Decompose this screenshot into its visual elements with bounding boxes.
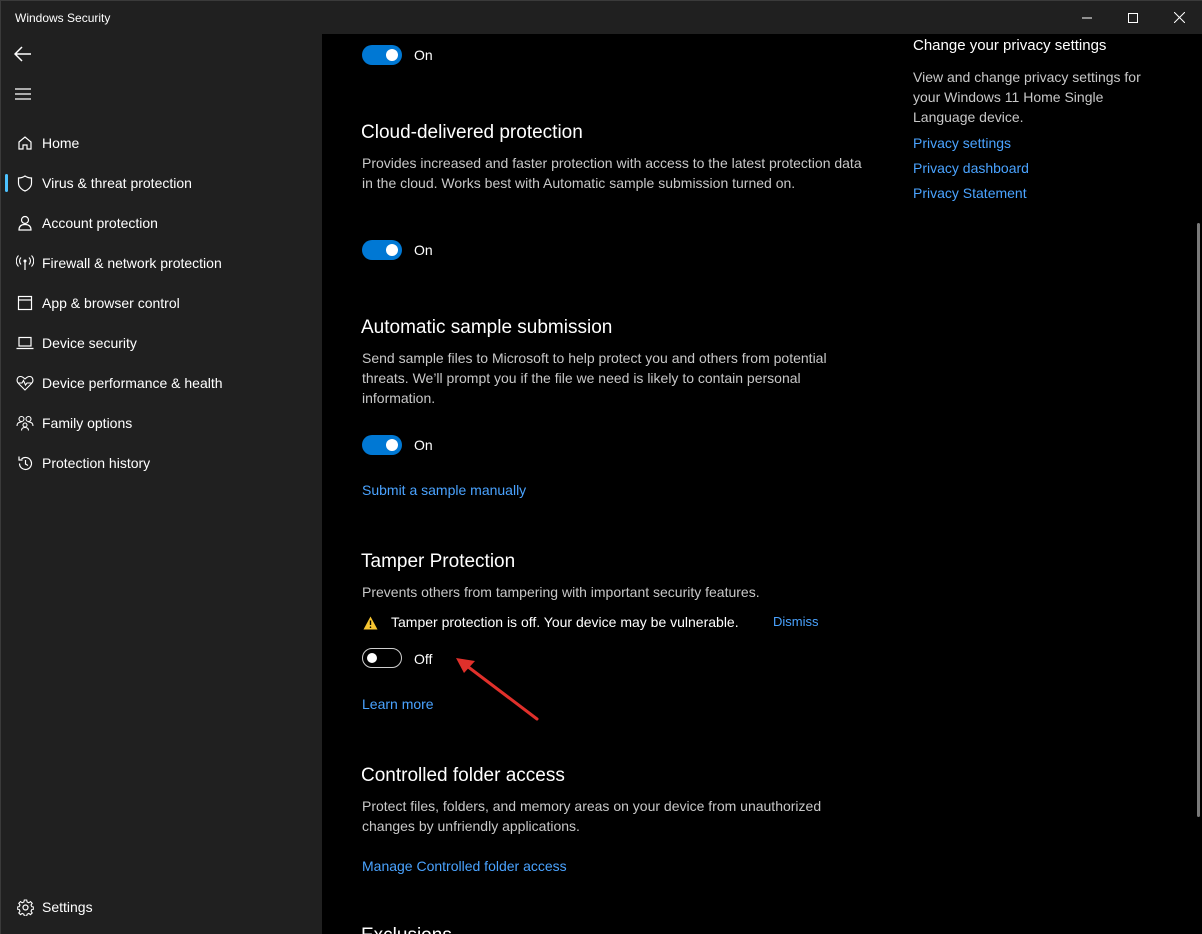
family-icon	[7, 405, 43, 441]
privacy-dashboard-link[interactable]: Privacy dashboard	[913, 160, 1173, 176]
back-button[interactable]	[7, 38, 39, 70]
close-button[interactable]	[1156, 1, 1202, 34]
sidebar-item-family-options[interactable]: Family options	[5, 405, 317, 441]
sidebar-item-label: Account protection	[42, 215, 158, 231]
sidebar-item-label: Device security	[42, 335, 137, 351]
sidebar-item-home[interactable]: Home	[5, 125, 317, 161]
sidebar-item-device-performance-health[interactable]: Device performance & health	[5, 365, 317, 401]
maximize-icon	[1128, 12, 1138, 23]
title-bar: Windows Security	[1, 1, 1202, 34]
sidebar-item-protection-history[interactable]: Protection history	[5, 445, 317, 481]
cloud-protection-description: Provides increased and faster protection…	[362, 155, 862, 191]
minimize-button[interactable]	[1064, 1, 1110, 34]
controlled-folder-access-description: Protect files, folders, and memory areas…	[362, 798, 822, 834]
sidebar-item-label: App & browser control	[42, 295, 180, 311]
menu-button[interactable]	[7, 78, 39, 110]
hamburger-icon	[15, 88, 31, 100]
annotation-arrow-icon	[456, 658, 539, 721]
privacy-title: Change your privacy settings	[913, 37, 1107, 54]
sidebar-item-firewall-network-protection[interactable]: Firewall & network protection	[5, 245, 317, 281]
cloud-protection-title: Cloud-delivered protection	[361, 122, 583, 143]
maximize-button[interactable]	[1110, 1, 1156, 34]
toggle-state-label: On	[414, 47, 433, 63]
sidebar-item-app-browser-control[interactable]: App & browser control	[5, 285, 317, 321]
sidebar-item-account-protection[interactable]: Account protection	[5, 205, 317, 241]
sidebar-item-virus-threat-protection[interactable]: Virus & threat protection	[5, 165, 317, 201]
shield-icon	[7, 165, 43, 201]
wifi-antenna-icon	[7, 245, 43, 281]
sample-submission-title: Automatic sample submission	[361, 317, 613, 338]
toggle-state-label: On	[414, 242, 433, 258]
history-icon	[7, 445, 43, 481]
privacy-panel: Change your privacy settings View and ch…	[913, 37, 1173, 201]
toggle-state-label: On	[414, 437, 433, 453]
privacy-settings-link[interactable]: Privacy settings	[913, 135, 1173, 151]
laptop-icon	[7, 325, 43, 361]
manage-controlled-folder-access-link[interactable]: Manage Controlled folder access	[362, 858, 567, 874]
sidebar-item-settings[interactable]: Settings	[5, 889, 317, 925]
person-icon	[7, 205, 43, 241]
sidebar-item-label: Firewall & network protection	[42, 255, 222, 271]
controlled-folder-access-title: Controlled folder access	[361, 765, 565, 786]
toggle-state-label: Off	[414, 651, 433, 667]
privacy-statement-link[interactable]: Privacy Statement	[913, 185, 1173, 201]
home-icon	[7, 125, 43, 161]
warning-icon	[363, 616, 378, 635]
minimize-icon	[1082, 17, 1092, 18]
arrow-left-icon	[14, 46, 31, 62]
close-icon	[1173, 12, 1185, 23]
gear-icon	[7, 889, 43, 925]
browser-window-icon	[7, 285, 43, 321]
sidebar-item-label: Home	[42, 135, 80, 151]
sidebar-item-label: Device performance & health	[42, 375, 223, 391]
sidebar-item-label: Family options	[42, 415, 133, 431]
dismiss-link[interactable]: Dismiss	[773, 614, 819, 629]
cloud-protection-toggle[interactable]	[362, 240, 402, 260]
real-time-protection-toggle[interactable]	[362, 45, 402, 65]
sidebar-item-label: Virus & threat protection	[42, 175, 192, 191]
sidebar-item-device-security[interactable]: Device security	[5, 325, 317, 361]
app-window: Windows Security Home Virus & threat pro…	[0, 0, 1202, 934]
tamper-warning-text: Tamper protection is off. Your device ma…	[391, 614, 739, 630]
privacy-description: View and change privacy settings for you…	[913, 69, 1141, 125]
sample-submission-description: Send sample files to Microsoft to help p…	[362, 350, 827, 406]
heart-pulse-icon	[7, 365, 43, 401]
sidebar: Home Virus & threat protection Account p…	[1, 34, 322, 934]
tamper-protection-toggle[interactable]	[362, 648, 402, 668]
tamper-protection-title: Tamper Protection	[361, 551, 516, 572]
window-title: Windows Security	[15, 11, 111, 25]
tamper-protection-description: Prevents others from tampering with impo…	[362, 584, 760, 600]
sample-submission-toggle[interactable]	[362, 435, 402, 455]
sidebar-item-label: Protection history	[42, 455, 151, 471]
learn-more-link[interactable]: Learn more	[362, 696, 434, 712]
exclusions-title: Exclusions	[361, 925, 452, 934]
submit-sample-link[interactable]: Submit a sample manually	[362, 482, 526, 498]
vertical-scrollbar[interactable]	[1197, 223, 1200, 817]
sidebar-item-label: Settings	[42, 899, 93, 915]
